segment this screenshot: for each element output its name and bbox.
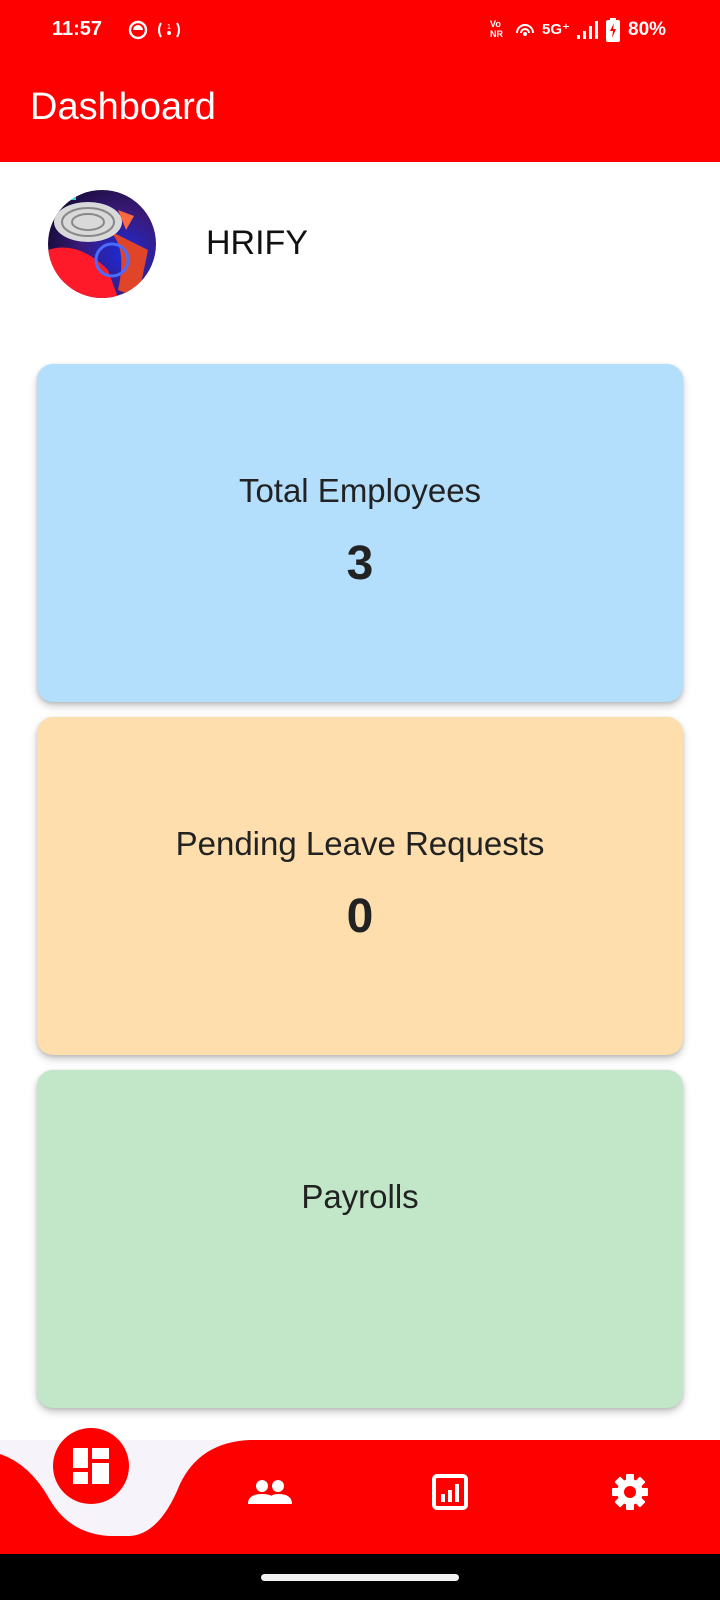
total-employees-card[interactable]: Total Employees 3 bbox=[37, 364, 683, 702]
avatar-image bbox=[48, 190, 156, 298]
vonr-indicator: Vo NR bbox=[490, 19, 503, 39]
dashboard-icon bbox=[73, 1448, 109, 1484]
people-icon bbox=[248, 1480, 292, 1504]
page-title: Dashboard bbox=[30, 86, 216, 128]
wifi-calling-icon bbox=[516, 24, 534, 36]
battery-charging-icon bbox=[606, 18, 620, 42]
payrolls-card[interactable]: Payrolls bbox=[37, 1070, 683, 1408]
hotspot-signal-icon: 1 bbox=[158, 22, 180, 38]
nav-dashboard[interactable] bbox=[53, 1428, 129, 1504]
card-value: 3 bbox=[346, 537, 374, 590]
home-gesture-handle[interactable] bbox=[261, 1574, 459, 1581]
nav-employees[interactable] bbox=[240, 1462, 300, 1522]
system-navigation-bar bbox=[0, 1554, 720, 1600]
card-title: Pending Leave Requests bbox=[175, 825, 545, 862]
nav-settings[interactable] bbox=[600, 1462, 660, 1522]
card-title: Payrolls bbox=[301, 1178, 419, 1215]
report-icon bbox=[432, 1474, 468, 1510]
vonr-bottom: NR bbox=[490, 29, 503, 39]
settings-icon bbox=[612, 1474, 648, 1510]
status-time: 11:57 bbox=[52, 18, 103, 40]
vonr-top: Vo bbox=[490, 19, 501, 29]
signal-strength-icon bbox=[577, 21, 598, 39]
svg-text:1: 1 bbox=[167, 24, 171, 31]
network-type: 5G⁺ bbox=[542, 21, 570, 38]
pending-leave-requests-card[interactable]: Pending Leave Requests 0 bbox=[37, 717, 683, 1055]
notification-app-icon bbox=[128, 20, 148, 40]
nav-reports[interactable] bbox=[420, 1462, 480, 1522]
card-title: Total Employees bbox=[238, 472, 482, 509]
card-value: 0 bbox=[346, 890, 374, 943]
app-bar: Dashboard bbox=[0, 62, 720, 162]
status-bar: 11:57 1 Vo NR 5G⁺ 80% bbox=[0, 0, 720, 62]
company-name: HRIFY bbox=[206, 224, 308, 262]
battery-level: 80% bbox=[628, 19, 667, 40]
company-logo-avatar[interactable] bbox=[48, 190, 156, 298]
